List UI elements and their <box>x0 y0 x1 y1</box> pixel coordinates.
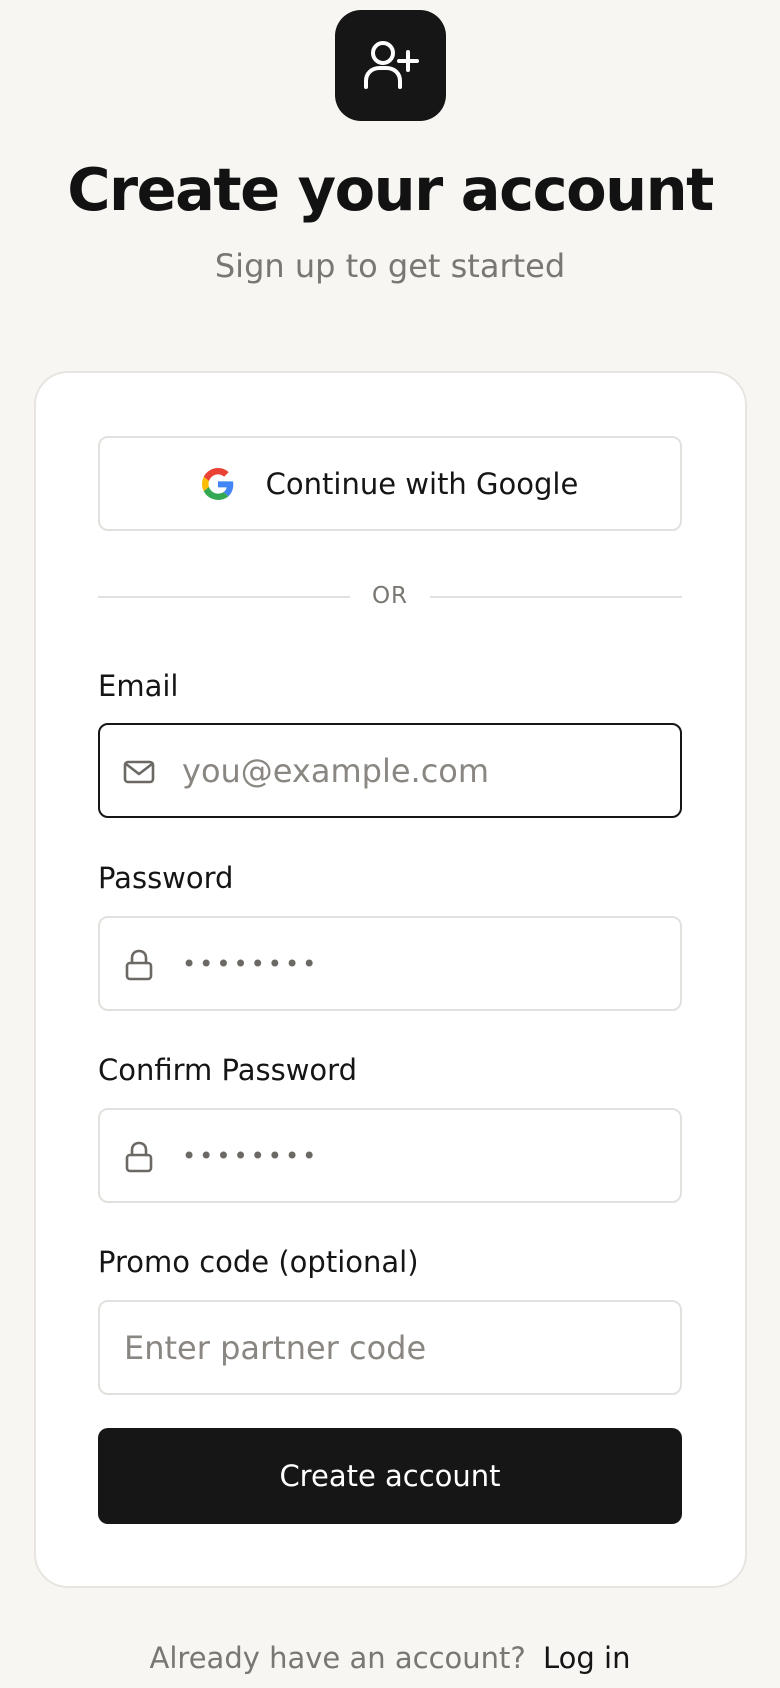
page-subtitle: Sign up to get started <box>214 247 566 285</box>
confirm-password-field[interactable]: •••••••• <box>98 1108 682 1203</box>
divider-line-right <box>430 596 682 598</box>
promo-code-label: Promo code (optional) <box>98 1245 419 1279</box>
password-label: Password <box>98 861 234 895</box>
user-plus-icon <box>363 40 419 89</box>
login-prompt-text: Already have an account? <box>149 1641 526 1675</box>
email-label: Email <box>98 669 179 703</box>
lock-icon <box>122 948 156 982</box>
mail-icon <box>122 755 156 789</box>
page-title: Create your account <box>67 155 714 224</box>
divider-or: OR <box>371 583 409 609</box>
google-icon <box>201 467 234 500</box>
login-prompt: Already have an account? Log in <box>0 1638 780 1678</box>
divider-line-left <box>98 596 350 598</box>
promo-code-placeholder: Enter partner code <box>124 1328 427 1367</box>
email-field[interactable]: you@example.com <box>98 723 682 818</box>
google-button-label: Continue with Google <box>265 466 579 501</box>
password-value: •••••••• <box>182 949 320 978</box>
app-logo <box>335 10 446 121</box>
create-account-button[interactable]: Create account <box>98 1428 682 1524</box>
login-link[interactable]: Log in <box>543 1641 630 1675</box>
password-field[interactable]: •••••••• <box>98 916 682 1011</box>
promo-code-field[interactable]: Enter partner code <box>98 1300 682 1395</box>
signup-page: Create your account Sign up to get start… <box>0 0 780 1688</box>
lock-icon <box>122 1140 156 1174</box>
confirm-password-value: •••••••• <box>182 1141 320 1170</box>
confirm-password-label: Confirm Password <box>98 1053 357 1087</box>
continue-with-google-button[interactable]: Continue with Google <box>98 436 682 531</box>
email-placeholder: you@example.com <box>182 751 490 790</box>
